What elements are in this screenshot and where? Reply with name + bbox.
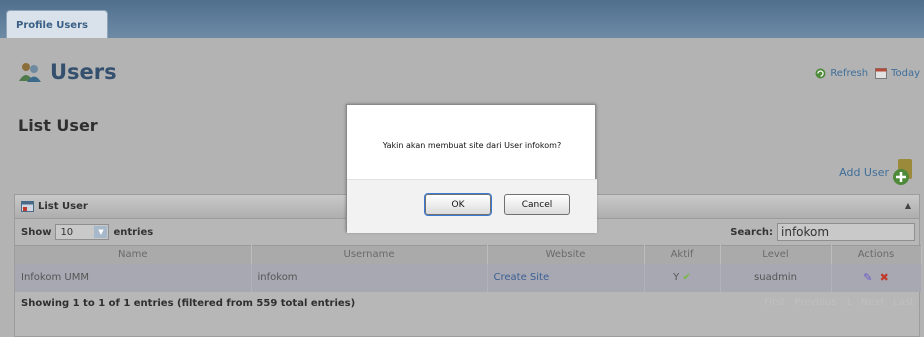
cell-actions: ✎ ✖ [831,263,922,292]
cell-level: suadmin [720,263,832,292]
add-user-label: Add User [839,165,889,179]
table-row: Infokom UMM infokom Create Site Y ✔ suad… [15,263,922,292]
table-icon [21,201,34,212]
column-header-aktif[interactable]: Aktif [644,245,721,264]
cell-aktif: Y ✔ [644,263,721,292]
page-header: Users [18,60,117,84]
column-header-name[interactable]: Name [15,245,252,264]
pager-first[interactable]: First [761,297,788,308]
refresh-link[interactable]: Refresh [830,68,868,79]
delete-icon[interactable]: ✖ [880,271,889,284]
calendar-icon[interactable] [875,68,888,79]
top-bar: Profile Users [0,0,924,40]
add-user-icon [893,159,912,185]
today-link[interactable]: Today [891,68,920,79]
section-title: List User [18,116,98,135]
show-label: Show [21,226,52,238]
page-title: Users [50,60,117,84]
check-icon: ✔ [682,272,691,283]
column-header-username[interactable]: Username [251,245,488,264]
search-input[interactable]: infokom [777,223,915,241]
entries-select[interactable]: 10 ▼ [55,224,110,240]
panel-title: List User [38,201,88,212]
table-info: Showing 1 to 1 of 1 entries (filtered fr… [21,298,356,309]
pager-last[interactable]: Last [890,297,917,308]
create-site-link[interactable]: Create Site [487,263,645,292]
users-icon [19,63,41,82]
table-footer: Showing 1 to 1 of 1 entries (filtered fr… [15,292,919,316]
collapse-icon[interactable]: ▲ [905,201,911,210]
page-body: Users Refresh Today List User Add User L… [0,38,924,337]
header-links: Refresh Today [815,68,920,79]
pagination: First Previous 1 Next Last [761,297,917,308]
ok-button[interactable]: OK [424,193,492,216]
pager-page-1[interactable]: 1 [842,297,854,308]
table-header-row: Name Username Website Aktif Level Action… [15,245,922,264]
search-box: Search: infokom [730,223,915,241]
chevron-down-icon: ▼ [94,226,108,238]
entries-label: entries [113,226,154,238]
confirm-dialog: Yakin akan membuat site dari User infoko… [346,104,597,233]
pager-next[interactable]: Next [858,297,887,308]
pencil-icon[interactable]: ✎ [863,271,872,284]
column-header-level[interactable]: Level [720,245,832,264]
aktif-value: Y [673,272,680,283]
cell-username: infokom [251,263,488,292]
add-user-button[interactable]: Add User [839,158,916,186]
entries-value: 10 [60,226,74,238]
refresh-icon[interactable] [815,68,826,79]
dialog-message: Yakin akan membuat site dari User infoko… [382,141,562,150]
tab-profile-users[interactable]: Profile Users [6,10,108,38]
column-header-website[interactable]: Website [487,245,645,264]
users-table: Name Username Website Aktif Level Action… [15,245,922,292]
pager-previous[interactable]: Previous [791,297,839,308]
cancel-button[interactable]: Cancel [504,194,570,215]
column-header-actions: Actions [831,245,922,264]
dialog-footer: OK Cancel [347,179,597,233]
search-label: Search: [730,226,773,238]
cell-name: Infokom UMM [15,263,252,292]
